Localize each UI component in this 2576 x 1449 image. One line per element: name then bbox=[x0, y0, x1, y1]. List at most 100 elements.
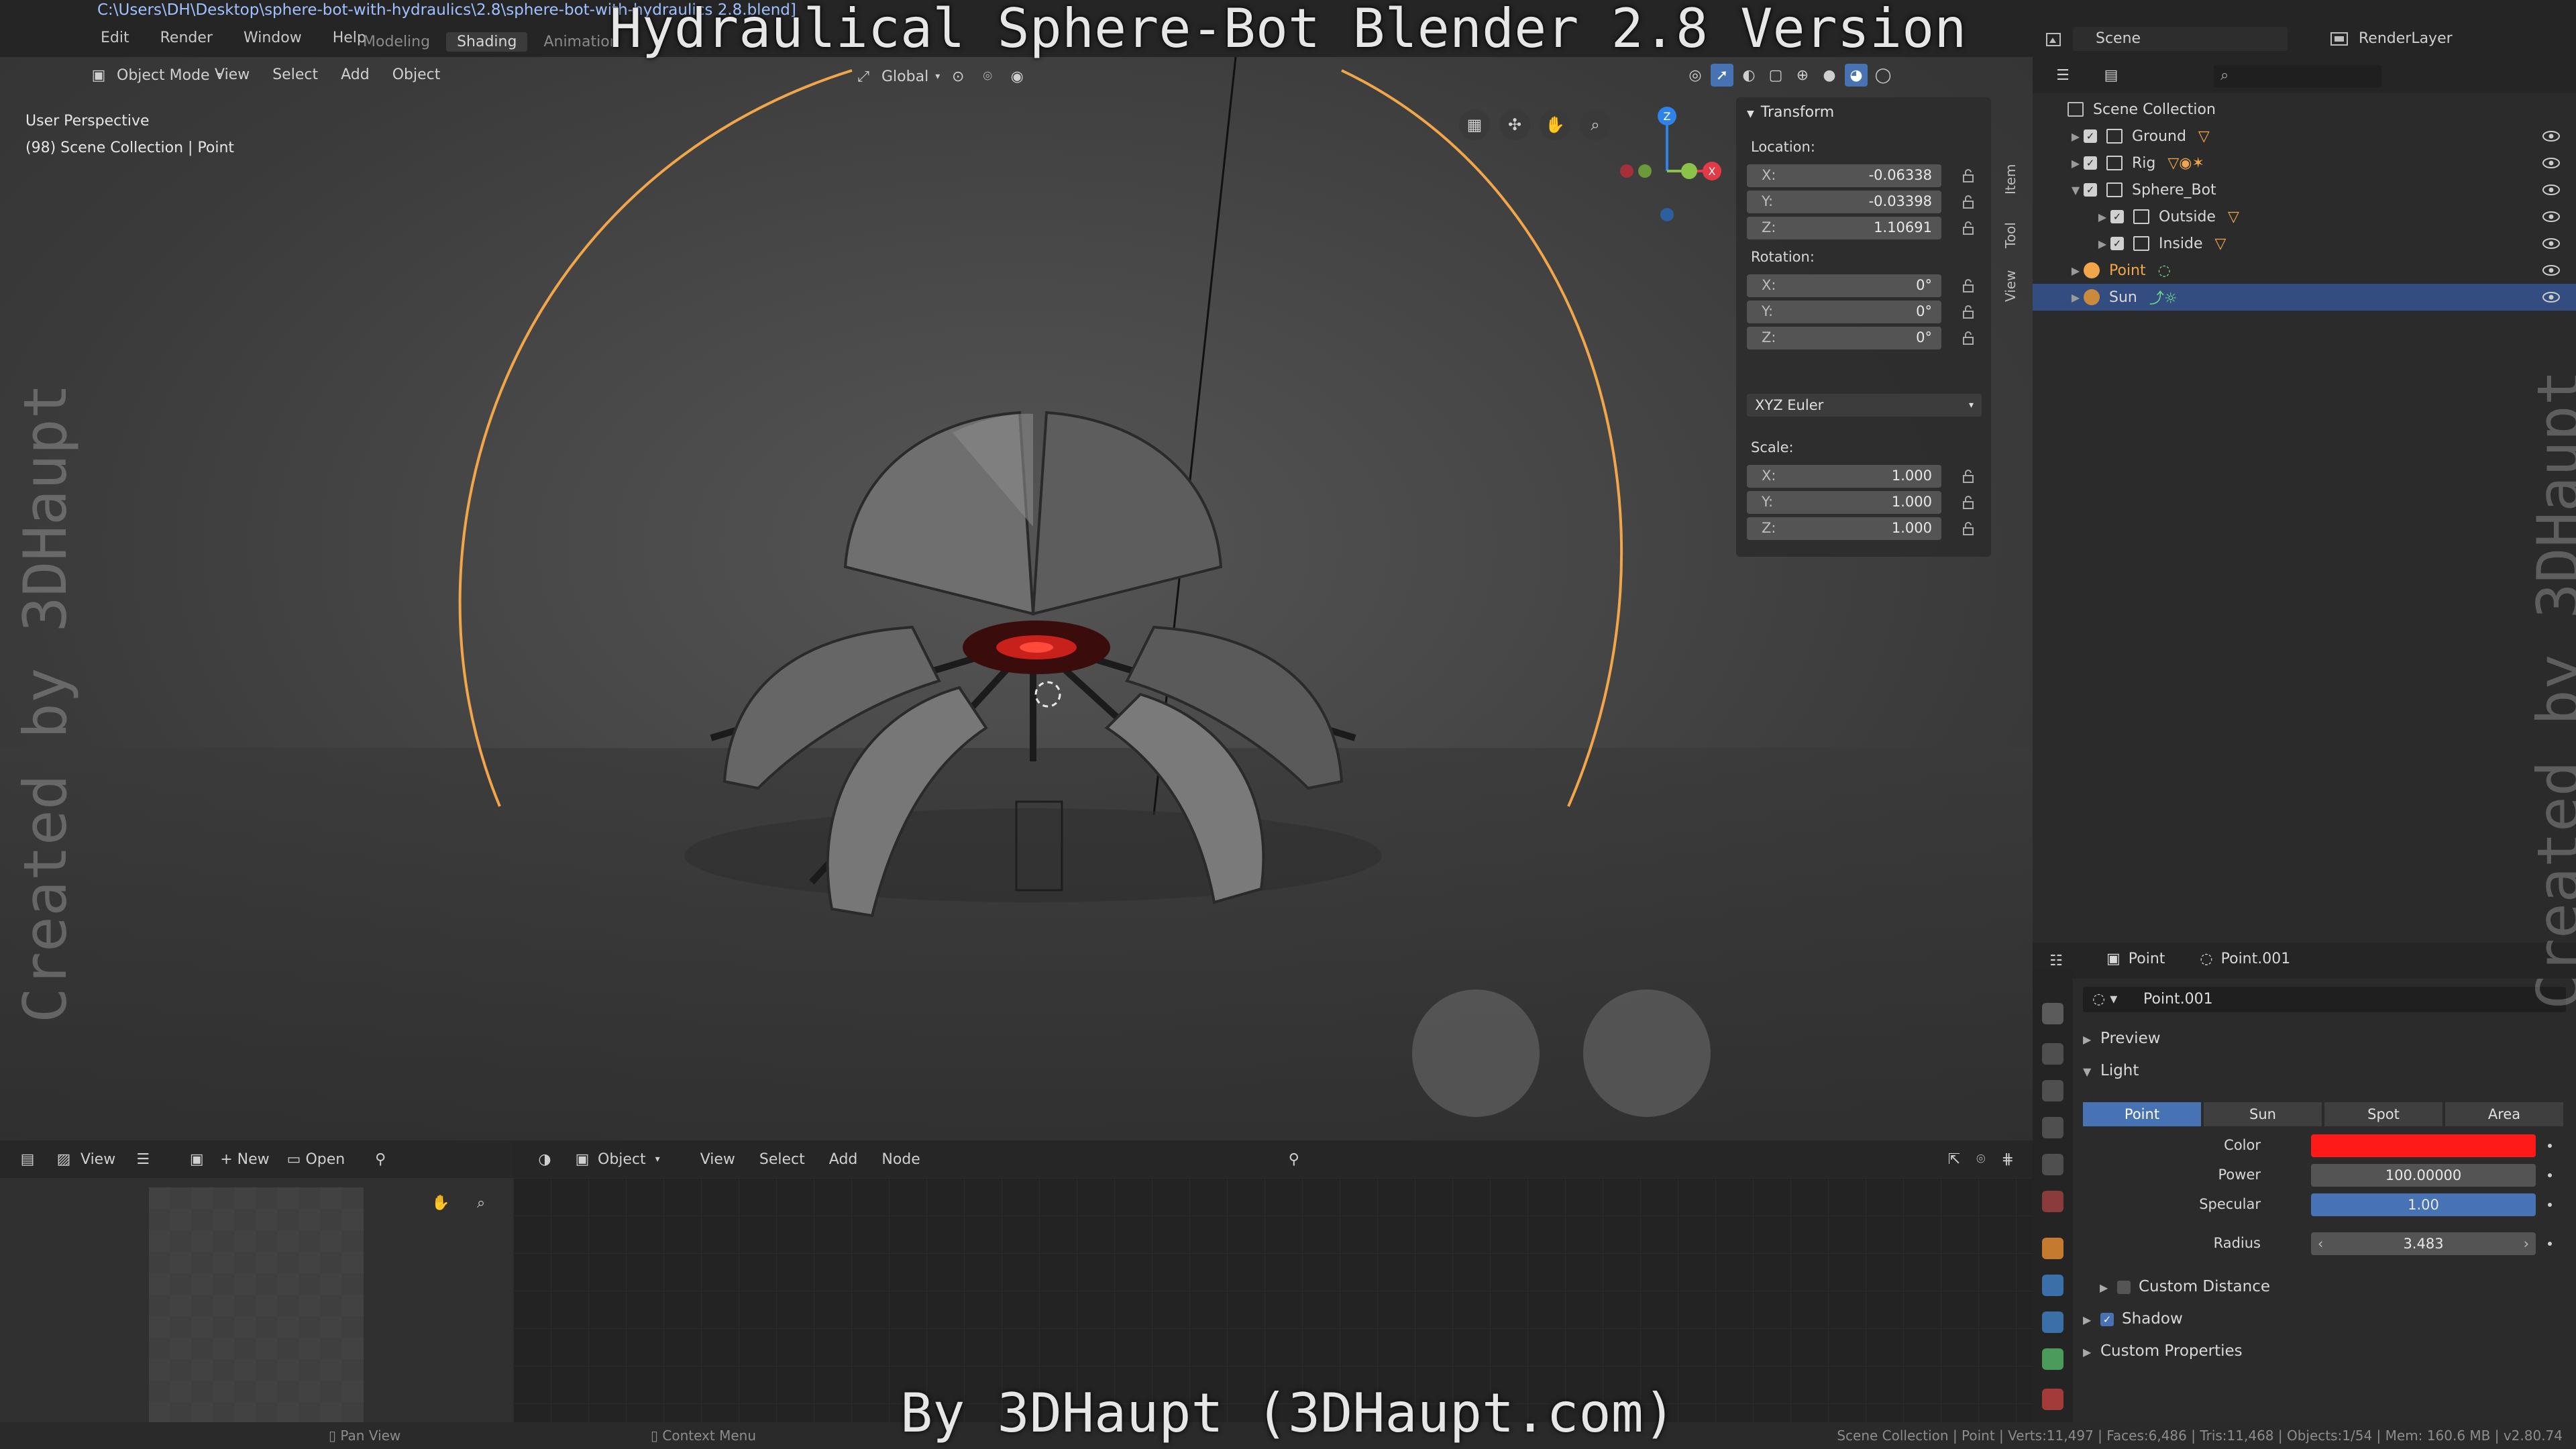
eye-icon[interactable] bbox=[2541, 155, 2561, 171]
collection-checkbox[interactable]: ✓ bbox=[2110, 210, 2124, 223]
snap-icon[interactable]: ⌾ bbox=[1970, 1148, 1992, 1171]
outliner-row-ground[interactable]: ▶ ✓ Ground ▽ bbox=[2033, 123, 2576, 150]
rendered-shading-icon[interactable]: ◯ bbox=[1872, 64, 1894, 87]
hamburger-menu-icon[interactable]: ☰ bbox=[131, 1148, 154, 1171]
eye-icon[interactable] bbox=[2541, 262, 2561, 278]
menu-object[interactable]: Object bbox=[392, 66, 441, 83]
chevron-right-icon[interactable]: › bbox=[2524, 1232, 2529, 1255]
camera-icon[interactable]: ✣ bbox=[1499, 109, 1530, 140]
light-type-point-button[interactable]: Point bbox=[2083, 1102, 2201, 1126]
eye-icon[interactable] bbox=[2541, 182, 2561, 198]
rotation-y-field[interactable]: Y: 0° bbox=[1747, 301, 1941, 323]
eye-icon[interactable] bbox=[2541, 235, 2561, 252]
expand-arrow-icon[interactable]: ▶ bbox=[2068, 291, 2084, 304]
toggle-camera-view-icon[interactable]: ▦ bbox=[1459, 109, 1490, 140]
section-shadow[interactable]: ▶ ✓ Shadow bbox=[2083, 1310, 2183, 1328]
menu-select[interactable]: Select bbox=[272, 66, 318, 83]
location-y-field[interactable]: Y: -0.03398 bbox=[1747, 191, 1941, 213]
3d-viewport[interactable]: ▣ Object Mode ▾ View Select Add Object ⤢… bbox=[0, 57, 2033, 1140]
outliner-search-input[interactable]: ⌕ bbox=[2214, 65, 2381, 88]
location-x-field[interactable]: X: -0.06338 bbox=[1747, 164, 1941, 187]
view-layer-tab-icon[interactable] bbox=[2042, 1117, 2063, 1138]
menu-select[interactable]: Select bbox=[759, 1151, 805, 1168]
rotation-z-field[interactable]: Z: 0° bbox=[1747, 327, 1941, 350]
collapse-arrow-icon[interactable]: ▼ bbox=[2068, 184, 2084, 197]
editor-type-icon[interactable]: ☷ bbox=[2045, 949, 2068, 972]
lock-icon[interactable] bbox=[1960, 194, 1976, 210]
zoom-icon[interactable]: ⌕ bbox=[1580, 109, 1611, 140]
tab-item[interactable]: Item bbox=[2002, 164, 2019, 195]
menu-view[interactable]: View bbox=[215, 66, 250, 83]
expand-arrow-icon[interactable]: ▶ bbox=[2068, 264, 2084, 277]
outliner-row-sphere-bot[interactable]: ▼ ✓ Sphere_Bot bbox=[2033, 176, 2576, 203]
lock-icon[interactable] bbox=[1960, 468, 1976, 484]
specular-field[interactable]: 1.00 bbox=[2311, 1193, 2536, 1216]
pin-icon[interactable]: ⚲ bbox=[369, 1148, 392, 1171]
transform-orientation-dropdown[interactable]: ⤢ Global ▾ ⊙ ⌾ ◉ bbox=[852, 65, 1028, 88]
light-color-swatch[interactable] bbox=[2311, 1134, 2536, 1157]
gizmo-toggle-icon[interactable]: ➚ bbox=[1711, 64, 1733, 87]
render-tab-icon[interactable] bbox=[2042, 1043, 2063, 1065]
chevron-left-icon[interactable]: ‹ bbox=[2318, 1232, 2323, 1255]
collection-checkbox[interactable]: ✓ bbox=[2084, 129, 2097, 143]
display-mode-icon[interactable]: ▤ bbox=[2100, 64, 2123, 87]
scene-tab-icon[interactable] bbox=[2042, 1154, 2063, 1175]
parent-node-tree-icon[interactable]: ⇱ bbox=[1943, 1148, 1966, 1171]
scale-x-field[interactable]: X: 1.000 bbox=[1747, 465, 1941, 488]
object-shader-icon[interactable]: ▣ bbox=[571, 1148, 594, 1171]
tool-tab-icon[interactable] bbox=[2042, 1003, 2063, 1024]
eye-icon[interactable] bbox=[2541, 289, 2561, 305]
zoom-icon[interactable]: ⌕ bbox=[470, 1191, 492, 1214]
menu-node[interactable]: Node bbox=[881, 1151, 920, 1168]
outliner-row-point[interactable]: ▶ Point ◌ bbox=[2033, 257, 2576, 284]
power-field[interactable]: 100.00000 bbox=[2311, 1164, 2536, 1187]
xray-toggle-icon[interactable]: ▢ bbox=[1764, 64, 1787, 87]
collection-checkbox[interactable]: ✓ bbox=[2084, 156, 2097, 170]
section-custom-properties[interactable]: ▶ Custom Properties bbox=[2083, 1342, 2243, 1360]
keyframe-dot[interactable] bbox=[2548, 1203, 2552, 1207]
object-tab-icon[interactable] bbox=[2042, 1238, 2063, 1259]
editor-type-icon[interactable]: ☰ bbox=[2051, 64, 2074, 87]
outliner-row-outside[interactable]: ▶ ✓ Outside ▽ bbox=[2033, 203, 2576, 230]
menu-add[interactable]: Add bbox=[341, 66, 370, 83]
snap-element-icon[interactable]: ⋕ bbox=[1996, 1148, 2019, 1171]
keyframe-dot[interactable] bbox=[2548, 1242, 2552, 1246]
overlay-toggle-icon[interactable]: ◐ bbox=[1737, 64, 1760, 87]
lock-icon[interactable] bbox=[1960, 521, 1976, 537]
rotation-mode-dropdown[interactable]: XYZ Euler ▾ bbox=[1747, 394, 1982, 417]
pan-hand-icon[interactable]: ✋ bbox=[429, 1191, 452, 1214]
wireframe-shading-icon[interactable]: ⊕ bbox=[1791, 64, 1814, 87]
section-light[interactable]: ▼ Light bbox=[2083, 1062, 2139, 1079]
radius-field[interactable]: ‹ 3.483 › bbox=[2311, 1232, 2536, 1255]
section-custom-distance[interactable]: ▶ Custom Distance bbox=[2100, 1278, 2270, 1295]
light-type-area-button[interactable]: Area bbox=[2445, 1102, 2563, 1126]
lock-icon[interactable] bbox=[1960, 168, 1976, 184]
shader-type-dropdown[interactable]: Object bbox=[598, 1151, 646, 1168]
custom-distance-checkbox[interactable] bbox=[2117, 1280, 2131, 1294]
tab-view[interactable]: View bbox=[2002, 270, 2019, 302]
collection-checkbox[interactable]: ✓ bbox=[2084, 183, 2097, 197]
material-preview-shading-icon[interactable]: ◕ bbox=[1845, 64, 1868, 87]
light-data-tab-icon[interactable] bbox=[2042, 1348, 2063, 1370]
expand-arrow-icon[interactable]: ▶ bbox=[2068, 157, 2084, 170]
location-z-field[interactable]: Z: 1.10691 bbox=[1747, 217, 1941, 239]
light-type-sun-button[interactable]: Sun bbox=[2204, 1102, 2322, 1126]
output-tab-icon[interactable] bbox=[2042, 1080, 2063, 1102]
outliner-row-rig[interactable]: ▶ ✓ Rig ▽◉✶ bbox=[2033, 150, 2576, 176]
menu-view[interactable]: View bbox=[700, 1151, 735, 1168]
keyframe-dot[interactable] bbox=[2548, 1173, 2552, 1177]
open-image-button[interactable]: ▭ Open bbox=[287, 1151, 345, 1168]
expand-arrow-icon[interactable]: ▶ bbox=[2068, 130, 2084, 143]
keyframe-dot[interactable] bbox=[2548, 1144, 2552, 1148]
solid-shading-icon[interactable]: ● bbox=[1818, 64, 1841, 87]
object-mode-dropdown[interactable]: ▣ Object Mode ▾ bbox=[87, 64, 221, 87]
world-tab-icon[interactable] bbox=[2042, 1191, 2063, 1212]
axis-navigation-gizmo[interactable]: Z X bbox=[1610, 104, 1724, 225]
image-browse-icon[interactable]: ▣ bbox=[185, 1148, 208, 1171]
eye-icon[interactable] bbox=[2541, 128, 2561, 144]
expand-arrow-icon[interactable]: ▶ bbox=[2094, 237, 2110, 250]
eye-icon[interactable] bbox=[2541, 209, 2561, 225]
shadow-checkbox[interactable]: ✓ bbox=[2100, 1312, 2114, 1326]
collection-checkbox[interactable]: ✓ bbox=[2110, 237, 2124, 250]
pan-hand-icon[interactable]: ✋ bbox=[1540, 109, 1570, 140]
